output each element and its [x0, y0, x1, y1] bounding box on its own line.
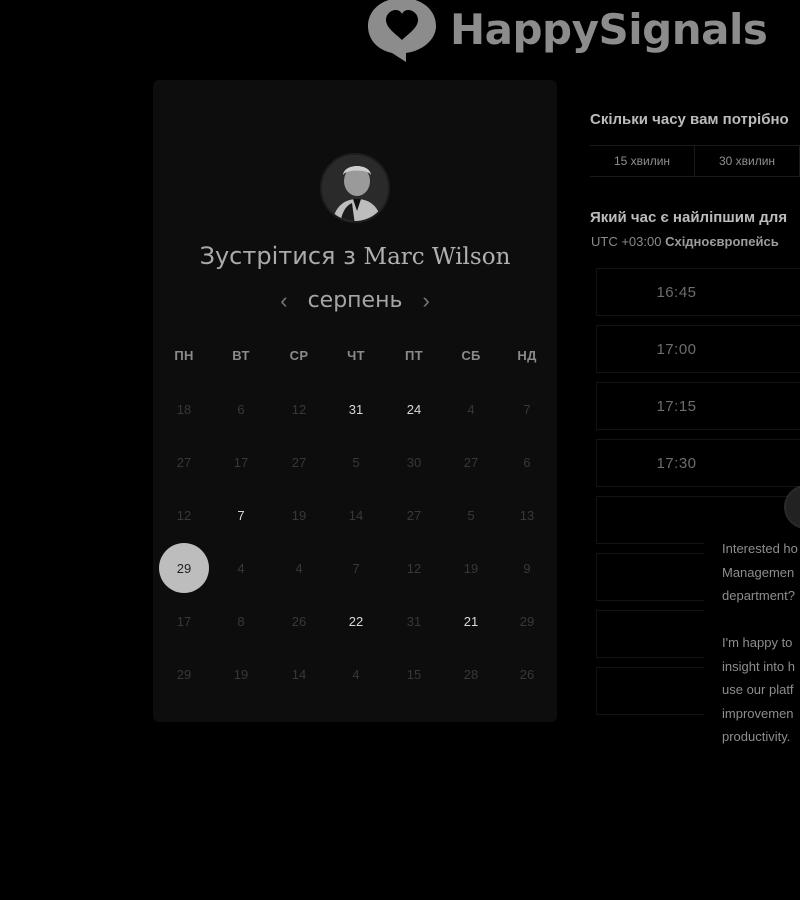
calendar-day[interactable]: 24	[389, 384, 439, 434]
calendar-day: 6	[523, 454, 531, 470]
calendar-day: 8	[237, 613, 245, 629]
time-slot[interactable]: 17:00	[596, 325, 800, 373]
weekday-label: ПН	[174, 348, 194, 363]
calendar-day[interactable]: 21	[446, 596, 496, 646]
calendar-day: 13	[519, 507, 535, 523]
duration-question: Скільки часу вам потрібно	[590, 111, 789, 128]
time-slot[interactable]: 17:30	[596, 439, 800, 487]
timezone-offset: UTC +03:00	[591, 234, 662, 249]
calendar-day: 27	[406, 507, 422, 523]
calendar-day: 7	[352, 560, 360, 576]
calendar-day: 14	[348, 507, 364, 523]
selected-day[interactable]: 29	[159, 543, 209, 593]
chevron-right-icon[interactable]: ›	[418, 289, 433, 312]
heading-prefix: Зустрітися з	[199, 242, 356, 270]
calendar-day: 6	[237, 401, 245, 417]
calendar-day: 27	[176, 454, 192, 470]
calendar-day: 29	[519, 613, 535, 629]
calendar-day: 9	[523, 560, 531, 576]
calendar-day: 5	[352, 454, 360, 470]
calendar-day: 19	[233, 666, 249, 682]
weekday-label: ЧТ	[347, 348, 365, 363]
weekday-label: ПТ	[405, 348, 423, 363]
calendar-day: 4	[467, 401, 475, 417]
duration-option-15[interactable]: 15 хвилин	[590, 146, 695, 176]
calendar-day[interactable]: 7	[216, 490, 266, 540]
chat-message: Interested ho Managemen department? I'm …	[722, 541, 798, 744]
timezone-name: Східноєвропейсь	[665, 234, 779, 249]
calendar-day: 17	[176, 613, 192, 629]
calendar-day: 31	[406, 613, 422, 629]
chevron-left-icon[interactable]: ‹	[276, 289, 291, 312]
time-question: Який час є найліпшим для	[590, 209, 788, 226]
weekday-label: СБ	[461, 348, 481, 363]
calendar-card: Зустрітися з Marc Wilson ‹ серпень › ПН В…	[153, 80, 557, 722]
calendar-day: 12	[406, 560, 422, 576]
calendar-day: 17	[233, 454, 249, 470]
duration-tabs: 15 хвилин 30 хвилин	[590, 145, 800, 177]
calendar-day: 5	[467, 507, 475, 523]
calendar-day: 19	[291, 507, 307, 523]
calendar-day: 27	[291, 454, 307, 470]
calendar-day: 14	[291, 666, 307, 682]
heart-speech-bubble-icon	[368, 0, 436, 62]
calendar-day: 29	[176, 666, 192, 682]
calendar-day: 7	[523, 401, 531, 417]
duration-option-30[interactable]: 30 хвилин	[695, 146, 800, 176]
calendar-day[interactable]: 31	[331, 384, 381, 434]
calendar-day: 15	[406, 666, 422, 682]
weekday-label: НД	[517, 348, 537, 363]
time-slot[interactable]: 17:15	[596, 382, 800, 430]
calendar-day: 26	[519, 666, 535, 682]
calendar-day: 4	[352, 666, 360, 682]
month-label: серпень	[307, 288, 403, 313]
calendar-day: 30	[406, 454, 422, 470]
calendar-day: 12	[291, 401, 307, 417]
calendar-day: 12	[176, 507, 192, 523]
calendar-day: 19	[463, 560, 479, 576]
calendar-day: 4	[295, 560, 303, 576]
calendar-day: 27	[463, 454, 479, 470]
meeting-heading: Зустрітися з Marc Wilson	[153, 242, 557, 270]
month-navigation: ‹ серпень ›	[153, 288, 557, 313]
calendar-day: 4	[237, 560, 245, 576]
brand-name: HappySignals	[450, 5, 768, 54]
calendar-day: 28	[463, 666, 479, 682]
time-slot[interactable]: 16:45	[596, 268, 800, 316]
timezone-label[interactable]: UTC +03:00 Східноєвропейсь	[591, 234, 779, 249]
weekday-label: СР	[289, 348, 309, 363]
calendar-day: 18	[176, 401, 192, 417]
calendar-day[interactable]: 22	[331, 596, 381, 646]
host-avatar	[320, 153, 390, 223]
happysignals-logo[interactable]: HappySignals	[366, 0, 768, 64]
weekday-label: ВТ	[232, 348, 250, 363]
host-name: Marc Wilson	[363, 244, 511, 270]
calendar-day: 26	[291, 613, 307, 629]
